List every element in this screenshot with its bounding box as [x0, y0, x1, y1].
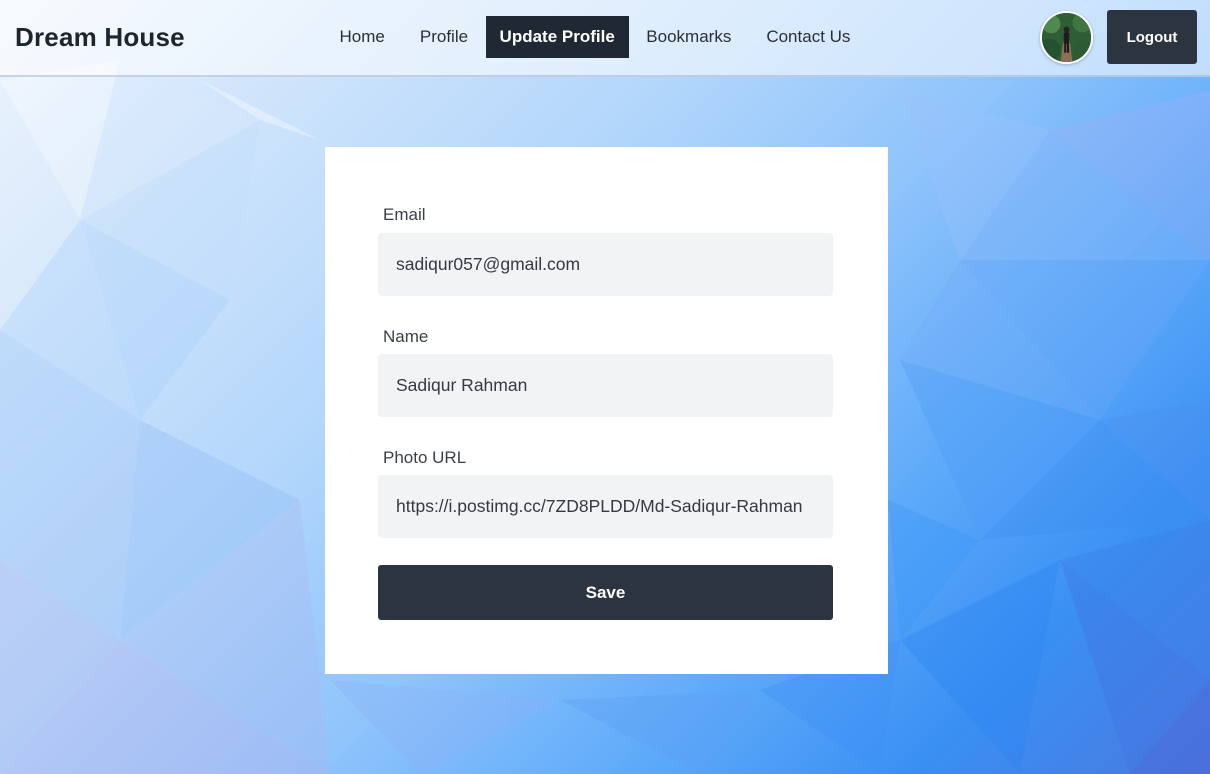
main-nav: Home Profile Update Profile Bookmarks Co…: [322, 16, 868, 58]
email-label: Email: [383, 205, 426, 224]
photo-url-label: Photo URL: [383, 448, 467, 467]
nav-update-profile-link[interactable]: Update Profile: [485, 16, 629, 58]
user-avatar-photo-icon: [1042, 13, 1091, 62]
update-profile-form: Email sadiqur057@gmail.com Name Sadiqur …: [325, 147, 888, 674]
nav-contact-us-link[interactable]: Contact Us: [749, 16, 868, 58]
logout-button[interactable]: Logout: [1107, 10, 1197, 64]
nav-profile-link[interactable]: Profile: [402, 16, 485, 58]
brand-logo-text[interactable]: Dream House: [15, 22, 185, 53]
name-field[interactable]: Sadiqur Rahman: [378, 354, 833, 417]
nav-home-link[interactable]: Home: [322, 16, 402, 58]
top-navbar: Dream House Home Profile Update Profile …: [0, 0, 1210, 77]
save-button[interactable]: Save: [378, 565, 833, 620]
name-label: Name: [383, 327, 429, 346]
user-avatar[interactable]: [1040, 11, 1093, 64]
nav-bookmarks-link[interactable]: Bookmarks: [629, 16, 749, 58]
email-field[interactable]: sadiqur057@gmail.com: [378, 233, 833, 296]
photo-url-field[interactable]: https://i.postimg.cc/7ZD8PLDD/Md-Sadiqur…: [378, 475, 833, 538]
